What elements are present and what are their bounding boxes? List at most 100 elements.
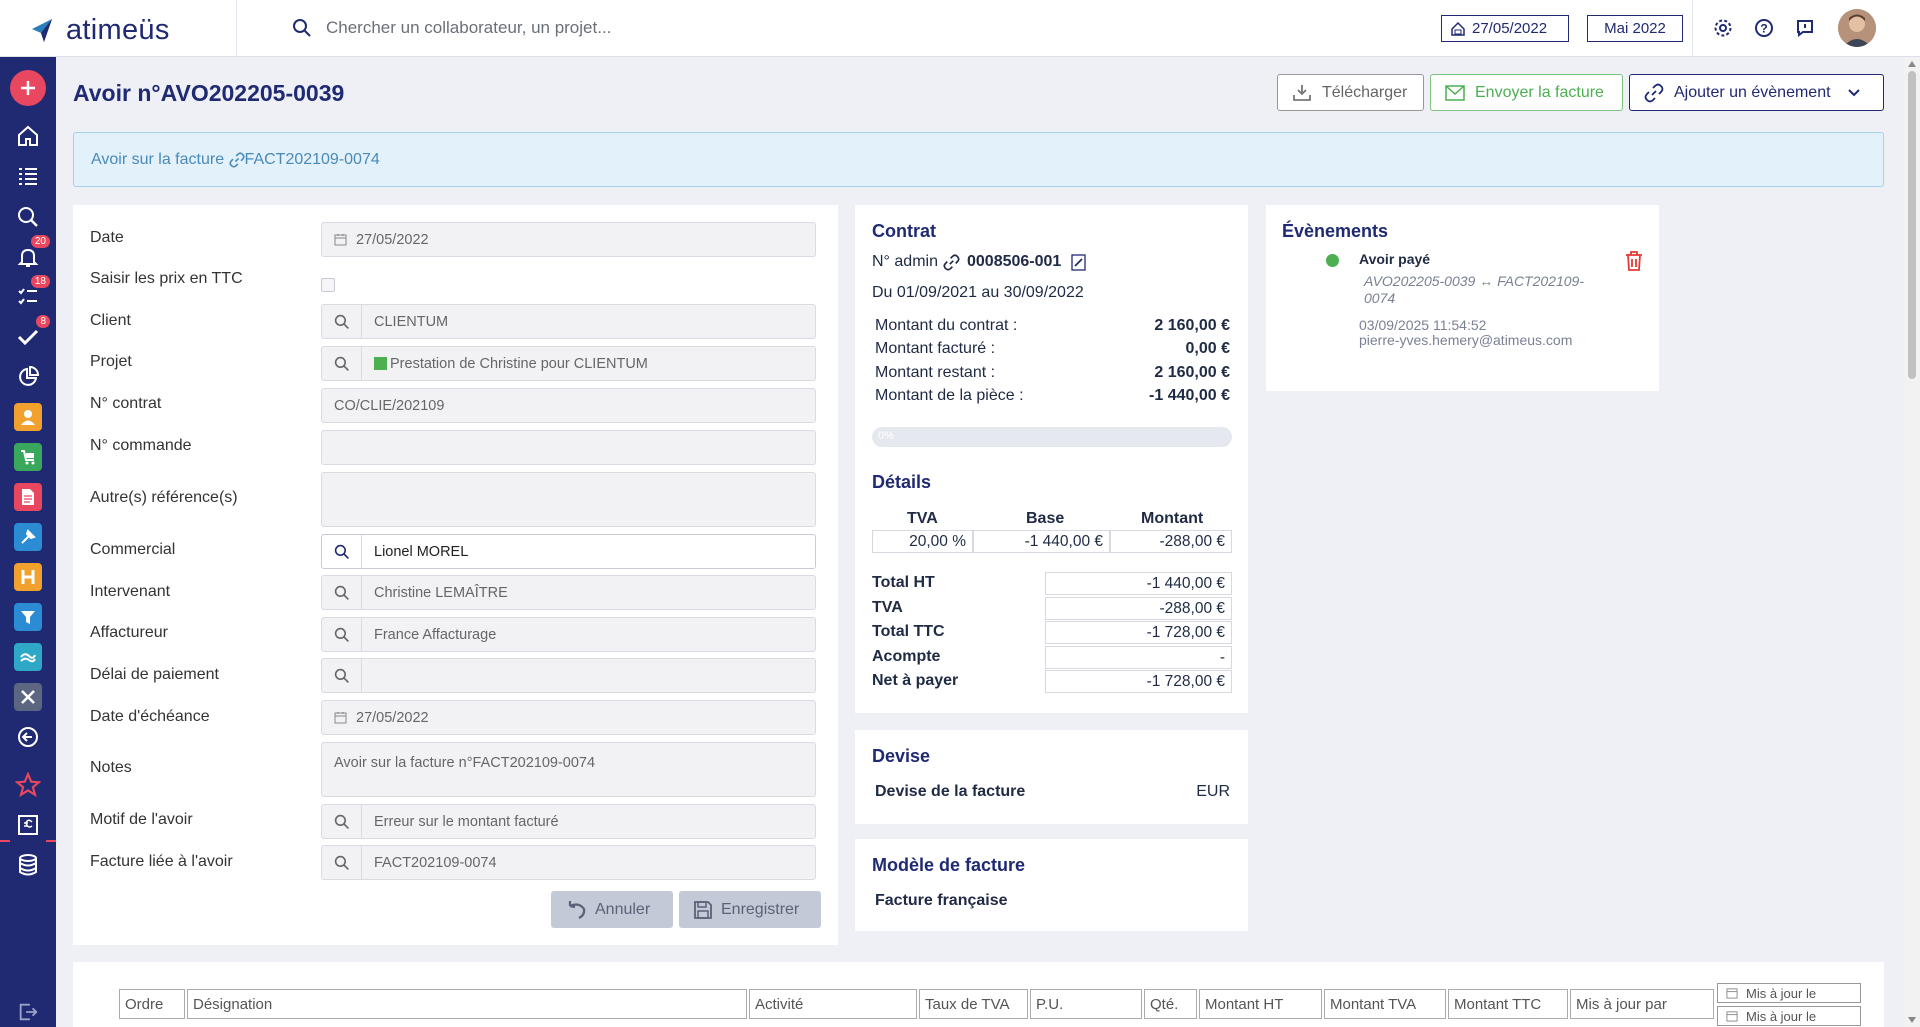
sidebar-item-travel[interactable] (10, 641, 46, 673)
admin-number-value[interactable]: 0008506-001 (967, 253, 1061, 271)
sidebar: 20 18 8 (0, 57, 56, 1027)
sidebar-item-reports[interactable] (10, 361, 46, 393)
refs-textarea[interactable] (321, 472, 816, 527)
list-icon (19, 168, 37, 185)
period-button[interactable]: Mai 2022 (1587, 15, 1683, 42)
search-icon[interactable] (322, 805, 362, 838)
sidebar-item-cart[interactable] (10, 441, 46, 473)
search-input[interactable] (326, 18, 846, 38)
col-montant-ttc[interactable]: Montant TTC (1448, 989, 1568, 1019)
current-date-button[interactable]: 27/05/2022 (1441, 15, 1569, 42)
alert-invoice-link[interactable]: FACT202109-0074 (245, 151, 380, 169)
details-base-cell: -1 440,00 € (973, 530, 1110, 553)
home-icon (18, 125, 38, 146)
intervenant-field[interactable]: Christine LEMAÎTRE (321, 575, 816, 610)
sidebar-item-database[interactable] (10, 849, 46, 881)
total-cell: -288,00 € (1045, 597, 1232, 620)
search-icon[interactable] (322, 305, 362, 338)
sidebar-item-projects[interactable] (10, 521, 46, 553)
col-taux-tva[interactable]: Taux de TVA (919, 989, 1028, 1019)
search-icon[interactable] (322, 576, 362, 609)
echeance-field[interactable]: 27/05/2022 (321, 700, 816, 735)
search-icon[interactable] (322, 618, 362, 651)
sidebar-add-button[interactable] (10, 70, 46, 106)
client-field[interactable]: CLIENTUM (321, 304, 816, 339)
delai-field[interactable] (321, 658, 816, 693)
sidebar-item-filters[interactable] (10, 601, 46, 633)
details-montant-cell: -288,00 € (1110, 530, 1232, 553)
sidebar-item-schedule[interactable] (10, 561, 46, 593)
edit-icon[interactable] (1071, 254, 1087, 271)
sidebar-item-search[interactable] (10, 201, 46, 233)
col-pu[interactable]: P.U. (1030, 989, 1142, 1019)
contract-row-value: 0,00 € (1185, 340, 1230, 357)
col-ordre[interactable]: Ordre (119, 989, 185, 1019)
send-invoice-label: Envoyer la facture (1475, 83, 1604, 101)
search-icon[interactable] (322, 659, 362, 692)
col-montant-ht[interactable]: Montant HT (1199, 989, 1322, 1019)
ttc-checkbox[interactable] (321, 278, 335, 292)
search-icon[interactable] (322, 535, 362, 568)
motif-value: Erreur sur le montant facturé (374, 813, 559, 830)
commercial-field[interactable]: Lionel MOREL (321, 534, 816, 569)
sidebar-item-tasks[interactable]: 18 (10, 275, 50, 313)
date-filter-from[interactable]: Mis à jour le (1717, 983, 1861, 1003)
affacturage-label: Affactureur (90, 624, 168, 641)
projet-field[interactable]: Prestation de Christine pour CLIENTUM (321, 346, 816, 381)
scroll-down-icon[interactable] (1908, 1017, 1916, 1023)
col-maj-par[interactable]: Mis à jour par (1570, 989, 1714, 1019)
sidebar-item-invoices[interactable] (10, 481, 46, 513)
sidebar-item-expenses[interactable] (10, 809, 46, 841)
sidebar-item-back[interactable] (10, 721, 46, 753)
motif-field[interactable]: Erreur sur le montant facturé (321, 804, 816, 839)
sidebar-item-admin[interactable] (10, 681, 46, 713)
col-montant-tva[interactable]: Montant TVA (1324, 989, 1446, 1019)
add-event-dropdown[interactable]: Ajouter un évènement (1629, 74, 1884, 111)
commercial-label: Commercial (90, 541, 176, 558)
svg-text:?: ? (1760, 22, 1767, 36)
commande-field[interactable] (321, 430, 816, 465)
affacturage-field[interactable]: France Affacturage (321, 617, 816, 652)
contract-row-label: Montant de la pièce : (875, 387, 1024, 404)
sidebar-item-notifications[interactable]: 20 (10, 235, 50, 273)
trash-icon[interactable] (1625, 251, 1643, 271)
chart-pie-icon (19, 365, 40, 386)
user-avatar[interactable] (1838, 9, 1876, 47)
search-icon[interactable] (322, 846, 362, 879)
notes-textarea[interactable]: Avoir sur la facture n°FACT202109-0074 (321, 742, 816, 797)
link-icon (228, 151, 245, 168)
contrat-field[interactable]: CO/CLIE/202109 (321, 388, 816, 423)
col-activite[interactable]: Activité (749, 989, 917, 1019)
date-filter-label: Mis à jour le (1746, 985, 1817, 1001)
date-filter-label: Mis à jour le (1746, 1008, 1817, 1024)
col-designation[interactable]: Désignation (187, 989, 747, 1019)
echeance-value: 27/05/2022 (356, 709, 429, 726)
scroll-up-icon[interactable] (1908, 61, 1916, 67)
search-icon[interactable] (322, 347, 362, 380)
facture-liee-field[interactable]: FACT202109-0074 (321, 845, 816, 880)
date-filter-to[interactable]: Mis à jour le (1717, 1006, 1861, 1026)
download-button[interactable]: Télécharger (1277, 74, 1424, 111)
date-label: Date (90, 229, 124, 246)
sidebar-item-logout[interactable] (10, 996, 46, 1027)
app-logo[interactable]: atimeüs (26, 14, 170, 47)
sidebar-item-validations[interactable]: 8 (10, 315, 50, 353)
settings-icon[interactable] (1713, 18, 1733, 38)
save-button[interactable]: Enregistrer (679, 891, 821, 928)
scrollbar-thumb[interactable] (1908, 71, 1916, 379)
sidebar-item-list[interactable] (10, 160, 46, 192)
total-value: -1 728,00 € (1146, 672, 1225, 690)
sidebar-item-home[interactable] (10, 120, 46, 152)
col-qte[interactable]: Qté. (1144, 989, 1197, 1019)
calendar-home-icon (1451, 21, 1465, 36)
details-tva-value: 20,00 % (909, 532, 966, 550)
sidebar-item-collaborators[interactable] (10, 401, 46, 433)
sidebar-item-favorites[interactable] (10, 769, 46, 801)
page-scrollbar[interactable] (1904, 57, 1920, 1027)
feedback-icon[interactable] (1795, 18, 1815, 38)
help-icon[interactable]: ? (1754, 18, 1774, 38)
save-label: Enregistrer (721, 900, 800, 918)
date-field[interactable]: 27/05/2022 (321, 222, 816, 257)
cancel-button[interactable]: Annuler (551, 891, 673, 928)
send-invoice-button[interactable]: Envoyer la facture (1430, 74, 1623, 111)
